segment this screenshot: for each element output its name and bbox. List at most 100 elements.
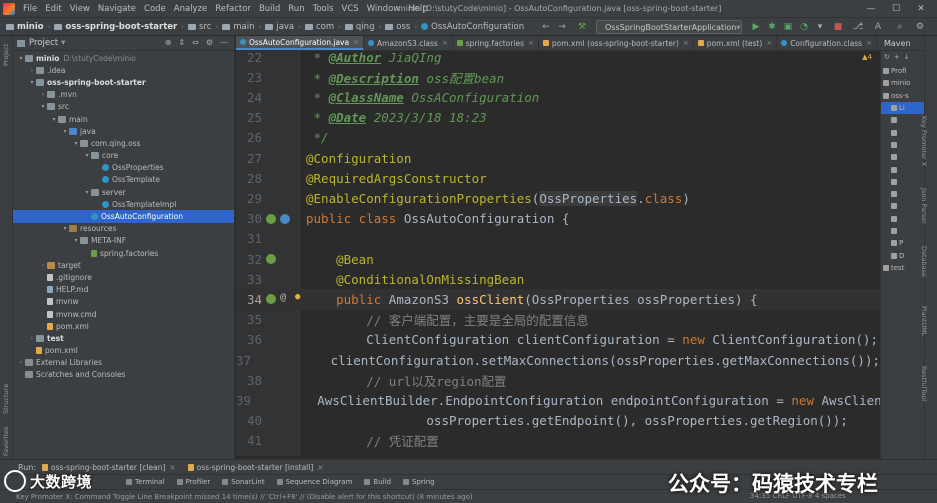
maven-item[interactable]: [881, 225, 924, 237]
search-everywhere-icon[interactable]: ⌕: [894, 21, 906, 33]
close-tab-icon[interactable]: ×: [866, 39, 872, 47]
debug-icon[interactable]: ✱: [766, 21, 778, 33]
close-tab-icon[interactable]: ×: [169, 463, 175, 472]
close-tab-icon[interactable]: ×: [442, 39, 448, 47]
tree-item[interactable]: ▾ META-INF: [13, 235, 234, 247]
tree-item[interactable]: › .idea: [13, 64, 234, 76]
code-line[interactable]: 27 @Configuration: [236, 148, 880, 168]
maven-item[interactable]: [881, 163, 924, 175]
chevron-down-icon[interactable]: ▾: [61, 38, 65, 48]
navigate-icon[interactable]: [280, 213, 290, 224]
maven-item[interactable]: P: [881, 237, 924, 249]
stripe-restful-tool-tab[interactable]: RestfulTool: [920, 366, 928, 401]
at-annotation-icon[interactable]: @: [280, 292, 286, 303]
tree-item[interactable]: ▾ core: [13, 150, 234, 162]
tree-item[interactable]: Scratches and Consoles: [13, 369, 234, 381]
expand-arrow-icon[interactable]: ▾: [72, 237, 80, 244]
code-line[interactable]: 33 @ConditionalOnMissingBean: [236, 269, 880, 289]
tree-item[interactable]: ▾ com.qing.oss: [13, 137, 234, 149]
code-line[interactable]: 30 public class OssAutoConfiguration {: [236, 209, 880, 229]
project-panel-title[interactable]: Project: [29, 38, 58, 48]
breadcrumb-item[interactable]: minio: [3, 22, 47, 32]
run-configuration-dropdown[interactable]: OssSpringBootStarterApplication ▾: [596, 20, 742, 34]
expand-arrow-icon[interactable]: ▾: [17, 55, 25, 62]
code-line[interactable]: 32 @Bean: [236, 249, 880, 269]
maven-item[interactable]: Li: [881, 101, 924, 115]
editor-tab[interactable]: pom.xml (test) ×: [694, 36, 778, 50]
tree-item[interactable]: › target: [13, 259, 234, 271]
close-tab-icon[interactable]: ×: [528, 39, 534, 47]
add-icon[interactable]: +: [894, 53, 900, 63]
tool-button-sonarlint[interactable]: SonarLint: [216, 478, 270, 486]
code-line[interactable]: 37 clientConfiguration.setMaxConnections…: [236, 350, 880, 370]
menu-vcs[interactable]: VCS: [338, 4, 363, 14]
code-line[interactable]: 41 // 凭证配置: [236, 431, 880, 451]
expand-arrow-icon[interactable]: ›: [39, 262, 47, 269]
breadcrumb-item[interactable]: main: [219, 22, 257, 32]
tree-item[interactable]: OssTemplate: [13, 174, 234, 186]
tool-button-spring[interactable]: Spring: [397, 478, 441, 486]
maven-tab[interactable]: Maven: [880, 36, 924, 51]
tree-item[interactable]: OssProperties: [13, 162, 234, 174]
close-icon[interactable]: ✕: [914, 2, 928, 16]
breadcrumb-item[interactable]: src: [185, 22, 214, 32]
maven-item[interactable]: minio: [881, 77, 924, 89]
code-line[interactable]: 38 // url以及region配置: [236, 370, 880, 390]
code-line[interactable]: 35 // 客户端配置，主要是全局的配置信息: [236, 310, 880, 330]
stripe-structure-tab[interactable]: Structure: [2, 384, 10, 414]
code-line[interactable]: 31: [236, 229, 880, 249]
expand-arrow-icon[interactable]: ▾: [83, 189, 91, 196]
tree-item[interactable]: pom.xml: [13, 320, 234, 332]
tree-item[interactable]: .gitignore: [13, 271, 234, 283]
more-run-icon[interactable]: ▾: [814, 21, 826, 33]
tree-item[interactable]: ▾ main: [13, 113, 234, 125]
minimize-icon[interactable]: —: [864, 2, 878, 16]
editor-tab[interactable]: spring.factories ×: [453, 36, 539, 50]
status-message[interactable]: Key Promoter X: Command Toggle Line Brea…: [16, 493, 473, 501]
maven-item[interactable]: [881, 114, 924, 126]
tree-item[interactable]: spring.factories: [13, 247, 234, 259]
menu-file[interactable]: File: [19, 4, 41, 14]
coverage-icon[interactable]: ▣: [782, 21, 794, 33]
code-line[interactable]: 26 */: [236, 128, 880, 148]
profile-icon[interactable]: ◔: [798, 21, 810, 33]
stripe-favorites-tab[interactable]: Favorites: [2, 427, 10, 456]
menu-edit[interactable]: Edit: [41, 4, 65, 14]
breadcrumb-item[interactable]: oss: [382, 22, 413, 32]
maven-item[interactable]: test: [881, 262, 924, 274]
expand-arrow-icon[interactable]: ›: [28, 335, 36, 342]
code-line[interactable]: 34 @ ● public AmazonS3 ossClient(OssProper…: [236, 289, 880, 310]
spring-bean-icon[interactable]: [266, 294, 276, 305]
menu-navigate[interactable]: Navigate: [94, 4, 140, 14]
code-line[interactable]: 25 * @Date 2023/3/18 18:23: [236, 108, 880, 128]
code-line[interactable]: 28 @RequiredArgsConstructor: [236, 168, 880, 188]
stripe-plantuml-tab[interactable]: PlantUML: [920, 306, 928, 336]
maven-item[interactable]: [881, 176, 924, 188]
editor-tab[interactable]: pom.xml (oss-spring-boot-starter) ×: [539, 36, 694, 50]
menu-build[interactable]: Build: [255, 4, 284, 14]
menu-run[interactable]: Run: [284, 4, 308, 14]
code-line[interactable]: 36 ClientConfiguration clientConfigurati…: [236, 330, 880, 350]
tree-item[interactable]: OssTemplateImpl: [13, 198, 234, 210]
code-line[interactable]: 23 * @Description oss配置bean: [236, 67, 880, 87]
code-line[interactable]: 29 @EnableConfigurationProperties(OssProp…: [236, 188, 880, 208]
menu-tools[interactable]: Tools: [309, 4, 338, 14]
collapse-all-icon[interactable]: ⇕: [178, 38, 185, 47]
tree-item[interactable]: mvnw.cmd: [13, 308, 234, 320]
close-tab-icon[interactable]: ×: [317, 463, 323, 472]
maximize-icon[interactable]: ☐: [889, 2, 903, 16]
breadcrumb-item[interactable]: com: [302, 22, 337, 32]
maven-item[interactable]: oss-s: [881, 90, 924, 102]
breadcrumb-item[interactable]: OssAutoConfiguration: [418, 22, 527, 32]
tool-button-build[interactable]: Build: [358, 478, 397, 486]
expand-arrow-icon[interactable]: ▾: [39, 103, 47, 110]
close-tab-icon[interactable]: ×: [766, 39, 772, 47]
expand-arrow-icon[interactable]: ▾: [50, 116, 58, 123]
build-hammer-icon[interactable]: ⚒: [576, 21, 588, 33]
breadcrumb-item[interactable]: qing: [342, 22, 378, 32]
settings-icon[interactable]: ⚙: [914, 21, 926, 33]
tree-item[interactable]: HELP.md: [13, 284, 234, 296]
maven-item[interactable]: D: [881, 249, 924, 261]
tree-item[interactable]: ▾ resources: [13, 223, 234, 235]
tree-item[interactable]: pom.xml: [13, 345, 234, 357]
